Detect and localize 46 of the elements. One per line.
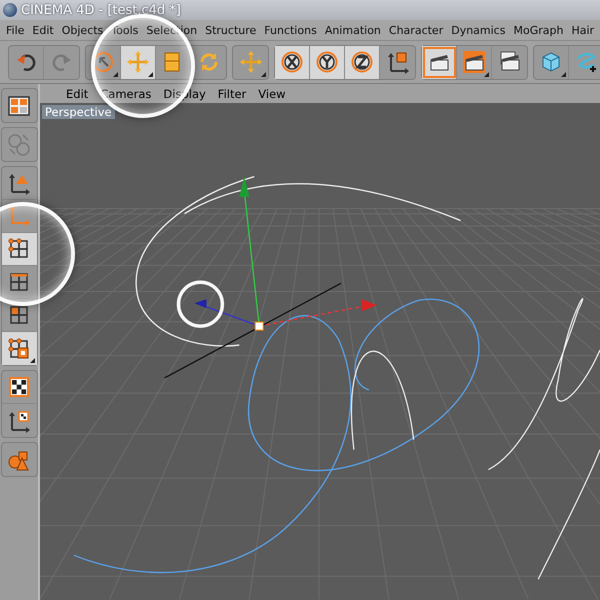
convert-icon (7, 132, 31, 156)
z-icon (350, 50, 374, 74)
menu-item[interactable]: Character (384, 24, 448, 36)
move-gizmo-drawing[interactable] (194, 176, 377, 331)
menu-item[interactable]: Edit (28, 24, 58, 36)
points-tool-button[interactable] (2, 233, 36, 266)
viewport-title: Perspective (42, 104, 115, 118)
menu-item[interactable]: Dynamics (447, 24, 510, 36)
menu-item[interactable]: Tools (107, 24, 142, 36)
menu-item[interactable]: Structure (201, 24, 260, 36)
move-tool-button[interactable] (121, 46, 156, 78)
x-icon (280, 50, 304, 74)
caret-icon (148, 72, 153, 76)
layout-icon (7, 94, 31, 118)
points-icon (7, 237, 31, 261)
menu-item[interactable]: File (2, 24, 28, 36)
y-icon (315, 50, 339, 74)
caret-icon (484, 72, 489, 76)
uv-tool-button[interactable] (2, 332, 36, 365)
app-logo-icon (3, 3, 17, 17)
tangent-line[interactable] (164, 282, 342, 378)
viewport-menu-item[interactable]: Filter (214, 86, 250, 100)
texture-axis-icon (7, 408, 31, 432)
menu-item[interactable]: MoGraph (509, 24, 568, 36)
move-icon (238, 50, 262, 74)
spotlight-ring (176, 280, 224, 328)
render-pv-icon (462, 50, 486, 74)
caret-icon (30, 358, 34, 363)
caret-icon (261, 72, 266, 76)
coord-icon (386, 50, 410, 74)
menu-item[interactable]: Functions (260, 24, 321, 36)
render-view-tool-button[interactable] (422, 46, 457, 78)
window-title: CINEMA 4D - [test.c4d *] (21, 2, 181, 18)
viewport-menu-item[interactable]: Edit (62, 86, 92, 100)
y-tool-button[interactable] (310, 46, 345, 78)
pen-icon (574, 50, 598, 74)
menu-item[interactable]: Animation (320, 24, 385, 36)
x-tool-button[interactable] (275, 46, 310, 78)
texture-icon (7, 375, 31, 399)
menu-item[interactable]: Hair (567, 24, 598, 36)
caret-icon (561, 72, 566, 76)
menu-item[interactable]: Objects (58, 24, 108, 36)
uv-icon (7, 336, 31, 360)
move-icon (126, 50, 150, 74)
viewport-menu-item[interactable]: View (254, 86, 290, 100)
z-tool-button[interactable] (345, 46, 380, 78)
